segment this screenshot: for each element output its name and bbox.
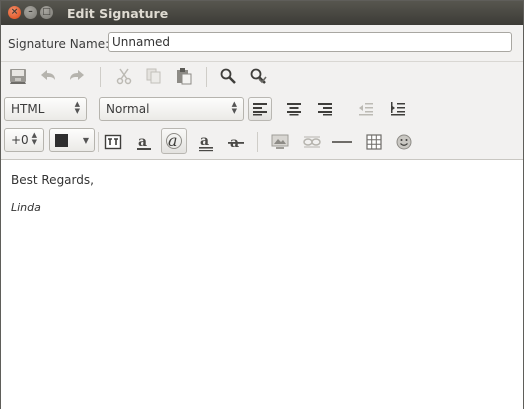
spin-arrows-icon: ▲ ▼ <box>74 100 80 115</box>
signature-text-line[interactable]: Best Regards, <box>11 173 94 187</box>
format-toolbar: HTML ▲ ▼ Normal ▲ ▼ <box>1 95 523 125</box>
title-bar: × – □ Edit Signature <box>1 1 523 25</box>
align-center-icon <box>287 103 301 116</box>
underline-button[interactable]: a <box>194 130 218 154</box>
minimize-window-button[interactable]: – <box>24 6 37 19</box>
insert-emoticon-icon <box>396 134 412 150</box>
strikethrough-icon: a <box>228 135 244 151</box>
spin-arrows-icon: ▲ ▼ <box>231 100 237 115</box>
find-replace-button[interactable] <box>246 64 270 88</box>
text-color-button[interactable]: ▼ <box>49 128 95 152</box>
window-title: Edit Signature <box>67 6 169 21</box>
text-color-swatch <box>55 134 68 147</box>
toolbar-separator <box>98 132 99 152</box>
align-left-button[interactable] <box>248 97 272 121</box>
copy-icon <box>146 68 161 84</box>
chevron-down-icon: ▼ <box>82 136 89 145</box>
italic-button[interactable]: a <box>161 128 187 154</box>
signature-name-input[interactable] <box>108 32 512 52</box>
close-icon: × <box>10 7 19 17</box>
insert-table-button[interactable] <box>362 130 386 154</box>
insert-image-button[interactable] <box>268 130 292 154</box>
signature-name-label: Signature Name: <box>8 37 110 51</box>
align-left-icon <box>253 103 267 116</box>
bold-button[interactable]: a <box>132 130 156 154</box>
svg-text:a: a <box>138 134 147 150</box>
indent-increase-icon <box>391 102 405 116</box>
cut-button[interactable] <box>112 64 136 88</box>
save-button[interactable] <box>6 64 30 88</box>
indent-decrease-icon <box>359 103 373 116</box>
bold-icon: a <box>137 134 151 150</box>
close-window-button[interactable]: × <box>8 6 21 19</box>
find-icon <box>220 68 236 84</box>
insert-link-icon <box>303 136 321 148</box>
align-center-button[interactable] <box>282 97 306 121</box>
indent-decrease-button[interactable] <box>354 97 378 121</box>
signature-editor[interactable]: Best Regards, Linda <box>1 159 523 409</box>
paste-button[interactable] <box>172 64 196 88</box>
paste-icon <box>177 68 192 85</box>
indent-increase-button[interactable] <box>386 97 410 121</box>
toolbar-separator <box>257 132 258 152</box>
signature-name-text[interactable]: Linda <box>11 201 41 214</box>
window-controls: × – □ <box>8 6 53 19</box>
teletype-icon <box>104 134 122 150</box>
find-replace-icon <box>250 68 267 84</box>
spin-arrows-icon: ▲ ▼ <box>31 131 37 146</box>
toolbar-separator <box>206 67 207 87</box>
edit-signature-window: × – □ Edit Signature Signature Name: Unn… <box>0 0 524 409</box>
italic-icon: a <box>166 131 182 150</box>
redo-icon <box>70 70 84 80</box>
insert-rule-icon <box>332 141 352 143</box>
teletype-button[interactable] <box>101 130 125 154</box>
svg-text:a: a <box>200 133 209 149</box>
signature-name-row: Signature Name: <box>1 29 523 59</box>
paragraph-style-value: Normal <box>106 102 150 116</box>
edit-toolbar <box>1 63 523 93</box>
font-size-value: +0 <box>11 133 29 147</box>
insert-emoticon-button[interactable] <box>392 130 416 154</box>
save-icon <box>10 69 26 84</box>
format-mode-select[interactable]: HTML ▲ ▼ <box>4 97 87 121</box>
undo-icon <box>41 70 55 80</box>
font-size-spinner[interactable]: +0 ▲ ▼ <box>4 128 44 152</box>
insert-image-icon <box>271 134 289 149</box>
maximize-icon: □ <box>42 7 51 17</box>
strikethrough-button[interactable]: a <box>224 130 248 154</box>
underline-icon: a <box>199 133 213 152</box>
insert-rule-button[interactable] <box>330 130 354 154</box>
undo-button[interactable] <box>36 64 60 88</box>
divider <box>1 61 523 62</box>
toolbar-separator <box>100 67 101 87</box>
copy-button[interactable] <box>141 64 165 88</box>
paragraph-style-select[interactable]: Normal ▲ ▼ <box>99 97 244 121</box>
redo-button[interactable] <box>65 64 89 88</box>
format-mode-value: HTML <box>11 102 45 116</box>
align-right-button[interactable] <box>313 97 337 121</box>
find-button[interactable] <box>216 64 240 88</box>
minimize-icon: – <box>28 7 33 17</box>
insert-link-button[interactable] <box>300 130 324 154</box>
maximize-window-button[interactable]: □ <box>40 6 53 19</box>
cut-icon <box>116 68 132 85</box>
insert-table-icon <box>366 134 382 150</box>
align-right-icon <box>318 103 332 116</box>
